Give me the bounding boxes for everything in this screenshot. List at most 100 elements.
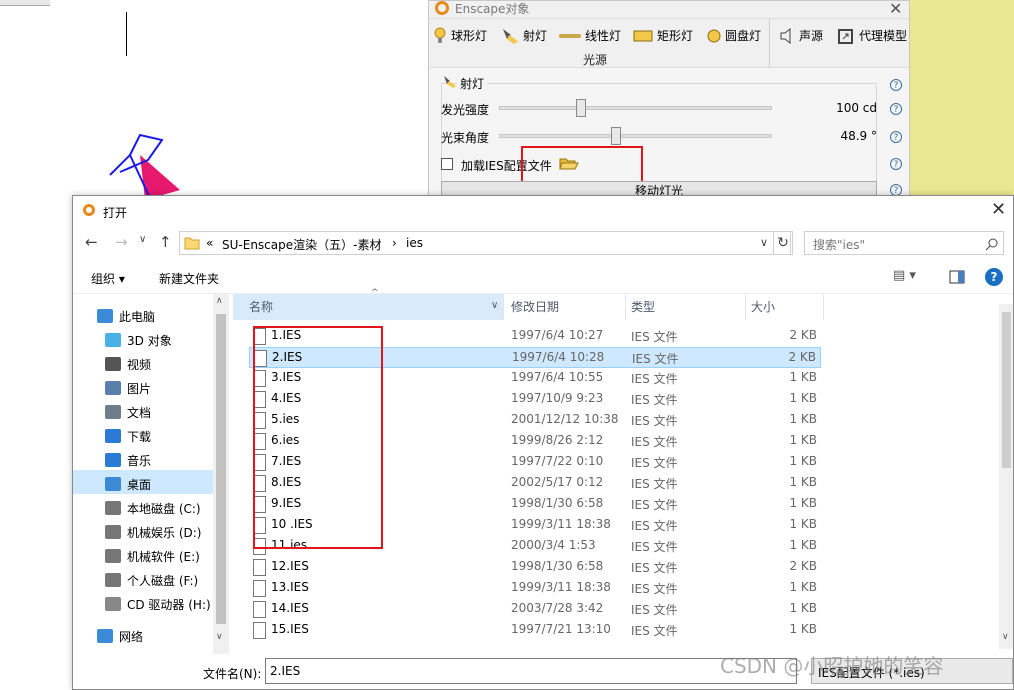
help-icon[interactable]: ? xyxy=(985,268,1003,286)
breadcrumb-folder[interactable]: SU-Enscape渲染（五）-素材 xyxy=(222,236,381,253)
close-icon[interactable]: ✕ xyxy=(991,199,1006,220)
help-icon[interactable]: ? xyxy=(890,79,902,91)
filename-input[interactable]: 2.IES xyxy=(265,658,797,684)
nav-item[interactable]: 下载 xyxy=(105,424,151,448)
help-icon[interactable]: ? xyxy=(890,158,902,170)
nav-item-label: 本地磁盘 (C:) xyxy=(127,501,201,516)
linear-light-button[interactable]: 线性灯 xyxy=(559,25,621,47)
open-file-dialog: 打开 ✕ ← → ∨ ↑ « SU-Enscape渲染（五）-素材 › ies … xyxy=(72,195,1014,690)
file-row[interactable]: 12.IES 1998/1/30 6:58 IES 文件 2 KB xyxy=(249,557,821,578)
3d-objects-icon xyxy=(105,333,121,347)
pc-icon xyxy=(97,309,113,323)
file-size: 2 KB xyxy=(788,350,816,364)
column-header-name[interactable]: 名称 xyxy=(249,294,273,320)
filename-label: 文件名(N): xyxy=(203,667,262,681)
file-type: IES 文件 xyxy=(631,435,678,449)
preview-pane-icon[interactable] xyxy=(949,270,965,284)
close-icon[interactable]: ✕ xyxy=(889,0,902,18)
beam-angle-slider[interactable] xyxy=(499,134,772,138)
chevron-down-icon[interactable]: ∨ xyxy=(491,300,498,311)
column-separator xyxy=(745,294,746,320)
intensity-value: 100 cd xyxy=(836,101,877,115)
forward-arrow-icon[interactable]: → xyxy=(115,233,128,251)
file-row[interactable]: 14.IES 2003/7/28 3:42 IES 文件 1 KB xyxy=(249,599,821,620)
column-separator xyxy=(823,294,824,320)
file-list-scrollbar-thumb[interactable] xyxy=(1002,312,1011,468)
nav-item[interactable]: 机械娱乐 (D:) xyxy=(105,520,201,544)
annotation-box xyxy=(253,326,383,549)
file-name: 15.IES xyxy=(271,622,309,636)
chevron-down-icon[interactable]: ∨ xyxy=(139,234,146,245)
command-bar: 组织 ▾ 新建文件夹 ▤ ▾ ? xyxy=(73,262,1013,294)
scroll-down-icon[interactable]: ∨ xyxy=(216,632,223,642)
nav-scrollbar-thumb[interactable] xyxy=(216,314,226,624)
spot-light-button[interactable]: 射灯 xyxy=(501,25,547,47)
nav-item[interactable]: 个人磁盘 (F:) xyxy=(105,568,198,592)
help-icon[interactable]: ? xyxy=(890,103,902,115)
help-icon[interactable]: ? xyxy=(890,131,902,143)
viewport-background-right xyxy=(910,0,1014,200)
drive-icon xyxy=(105,501,121,515)
sphere-light-button[interactable]: 球形灯 xyxy=(433,25,487,47)
ies-checkbox[interactable] xyxy=(441,158,453,170)
back-arrow-icon[interactable]: ← xyxy=(85,233,98,251)
scroll-down-icon[interactable]: ∨ xyxy=(1002,632,1009,642)
drive-icon xyxy=(105,549,121,563)
nav-item[interactable]: CD 驱动器 (H:) xyxy=(105,592,211,616)
disk-light-icon xyxy=(707,29,721,43)
column-header-type[interactable]: 类型 xyxy=(631,294,655,320)
nav-item[interactable]: 网络 xyxy=(97,624,143,648)
column-header-date[interactable]: 修改日期 xyxy=(511,294,559,320)
beam-angle-slider-thumb[interactable] xyxy=(611,127,622,145)
disk-light-button[interactable]: 圆盘灯 xyxy=(707,25,761,47)
nav-item[interactable]: 3D 对象 xyxy=(105,328,172,352)
file-type: IES 文件 xyxy=(631,372,678,386)
section-title: 射灯 xyxy=(457,75,488,92)
nav-item-label: 此电脑 xyxy=(119,309,156,324)
file-size: 1 KB xyxy=(789,517,817,531)
file-date: 1997/6/4 10:27 xyxy=(511,328,604,342)
nav-item[interactable]: 本地磁盘 (C:) xyxy=(105,496,201,520)
sound-source-button[interactable]: 声源 xyxy=(779,25,823,47)
nav-item[interactable]: 机械软件 (E:) xyxy=(105,544,200,568)
toolbar-label: 球形灯 xyxy=(451,29,488,43)
breadcrumb-current[interactable]: ies xyxy=(406,236,423,250)
proxy-model-button[interactable]: 代理模型 xyxy=(837,25,907,47)
nav-item[interactable]: 视频 xyxy=(105,352,151,376)
intensity-slider[interactable] xyxy=(499,106,772,110)
chevron-down-icon[interactable]: ∨ xyxy=(760,236,768,249)
rect-light-button[interactable]: 矩形灯 xyxy=(633,25,693,47)
nav-item[interactable]: 音乐 xyxy=(105,448,151,472)
intensity-label: 发光强度 xyxy=(441,103,490,117)
scroll-up-icon[interactable]: ∧ xyxy=(216,296,223,306)
file-type: IES 文件 xyxy=(631,624,678,638)
nav-item[interactable]: 图片 xyxy=(105,376,151,400)
address-bar[interactable]: « SU-Enscape渲染（五）-素材 › ies ∨ xyxy=(179,231,791,255)
refresh-button[interactable]: ↻ xyxy=(773,231,793,255)
folder-icon xyxy=(184,237,200,250)
file-date: 1997/7/21 13:10 xyxy=(511,622,611,636)
file-type: IES 文件 xyxy=(631,603,678,617)
toolbar-label: 线性灯 xyxy=(585,29,622,43)
drive-icon xyxy=(105,573,121,587)
breadcrumb-separator: « xyxy=(206,236,214,250)
refresh-icon: ↻ xyxy=(777,235,789,251)
nav-item[interactable]: 此电脑 xyxy=(97,304,155,328)
intensity-slider-thumb[interactable] xyxy=(575,99,586,117)
file-size: 1 KB xyxy=(789,475,817,489)
file-row[interactable]: 13.IES 1999/3/11 18:38 IES 文件 1 KB xyxy=(249,578,821,599)
nav-item[interactable]: 桌面 xyxy=(105,472,151,496)
nav-item[interactable]: 文档 xyxy=(105,400,151,424)
nav-item-label: 图片 xyxy=(127,381,152,396)
file-row[interactable]: 15.IES 1997/7/21 13:10 IES 文件 1 KB xyxy=(249,620,821,641)
nav-item-label: 文档 xyxy=(127,405,152,420)
column-header-size[interactable]: 大小 xyxy=(751,294,775,320)
search-input[interactable]: 搜索"ies" xyxy=(804,231,1004,255)
spotlight-icon xyxy=(444,76,456,88)
up-arrow-icon[interactable]: ↑ xyxy=(159,233,172,251)
organize-button[interactable]: 组织 ▾ xyxy=(91,270,125,287)
new-folder-button[interactable]: 新建文件夹 xyxy=(159,270,219,287)
rect-light-icon xyxy=(633,30,653,42)
file-date: 2001/12/12 10:38 xyxy=(511,412,619,426)
view-options-icon[interactable]: ▤ ▾ xyxy=(893,268,916,283)
